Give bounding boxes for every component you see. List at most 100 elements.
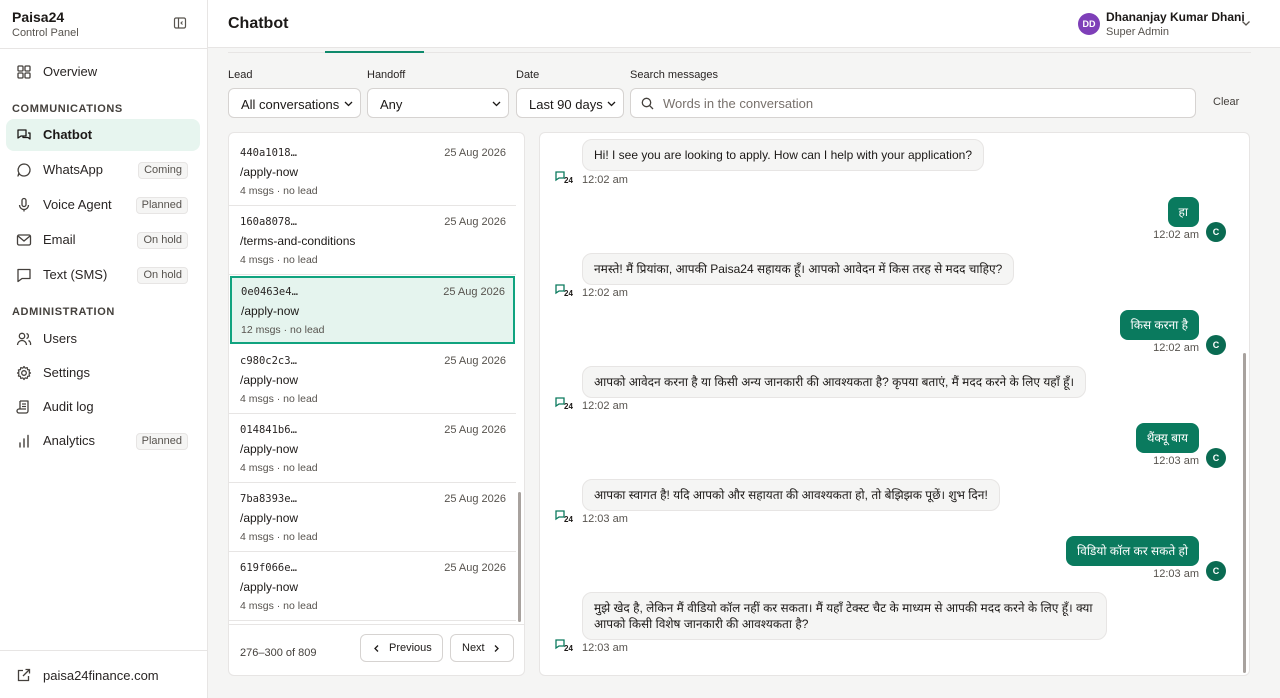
conversation-meta: 4 msgs · no lead: [240, 393, 318, 405]
conversation-id: 160a8078…: [240, 216, 297, 228]
page-title: Chatbot: [228, 15, 289, 32]
sidebar-item-whatsapp[interactable]: WhatsApp Coming: [6, 154, 200, 186]
sidebar-item-email[interactable]: Email On hold: [6, 224, 200, 256]
bot-message-bubble: मुझे खेद है, लेकिन मैं वीडियो कॉल नहीं क…: [582, 592, 1107, 640]
svg-text:24: 24: [564, 515, 573, 523]
status-badge: Coming: [138, 162, 188, 179]
user-message-bubble: थैंक्यू बाय: [1135, 423, 1199, 453]
conversation-path: /apply-now: [240, 165, 299, 179]
user-message-bubble: हा: [1167, 197, 1199, 227]
previous-label: Previous: [389, 642, 432, 654]
lead-filter-select[interactable]: All conversations: [228, 88, 361, 118]
sidebar-item-label: Settings: [43, 365, 90, 380]
sidebar-item-users[interactable]: Users: [6, 323, 200, 355]
search-input[interactable]: [663, 89, 1183, 117]
next-label: Next: [462, 642, 485, 654]
sidebar-item-voice-agent[interactable]: Voice Agent Planned: [6, 189, 200, 221]
date-filter-select[interactable]: Last 90 days: [516, 88, 624, 118]
next-button[interactable]: Next: [450, 634, 514, 662]
message-time: 12:02 am: [1153, 229, 1199, 241]
sidebar-item-audit-log[interactable]: Audit log: [6, 391, 200, 423]
conversation-meta: 12 msgs · no lead: [241, 324, 325, 336]
sidebar-item-label: Chatbot: [43, 127, 93, 142]
svg-text:24: 24: [564, 402, 573, 410]
user-avatar: C: [1206, 335, 1226, 355]
sidebar-item-analytics[interactable]: Analytics Planned: [6, 425, 200, 457]
sidebar-item-overview[interactable]: Overview: [6, 56, 200, 88]
conversation-id: 7ba8393e…: [240, 493, 297, 505]
conversation-date: 25 Aug 2026: [444, 493, 506, 505]
brand-subtitle: Control Panel: [12, 27, 79, 39]
conversation-path: /apply-now: [241, 304, 300, 318]
grid-icon: [17, 65, 31, 79]
brand-name: Paisa24: [12, 9, 65, 25]
user-avatar: C: [1206, 448, 1226, 468]
conversation-row[interactable]: 160a8078… 25 Aug 2026 /terms-and-conditi…: [229, 206, 516, 275]
message-time: 12:02 am: [582, 400, 628, 412]
sidebar-collapse-icon[interactable]: [173, 16, 187, 30]
handoff-filter-value: Any: [380, 97, 403, 112]
status-badge: On hold: [137, 267, 188, 284]
pagination: 276–300 of 809 Previous Next: [229, 624, 524, 675]
user-message-bubble: किस करना है: [1119, 310, 1199, 340]
conversation-id: 014841b6…: [240, 424, 297, 436]
conversation-row[interactable]: 440a1018… 25 Aug 2026 /apply-now 4 msgs …: [229, 137, 516, 206]
users-icon: [16, 332, 32, 346]
brand[interactable]: Paisa24 Control Panel: [12, 9, 79, 40]
bot-icon: 24: [555, 639, 573, 652]
date-filter-label: Date: [516, 69, 540, 81]
message-time: 12:02 am: [1153, 342, 1199, 354]
user-message-bubble: विडियो कॉल कर सकते हो: [1066, 536, 1199, 566]
tab-active-indicator[interactable]: [325, 51, 424, 53]
sidebar-item-label: Audit log: [43, 399, 94, 414]
pagination-range: 276–300 of 809: [240, 647, 317, 659]
status-badge: Planned: [135, 197, 188, 214]
sidebar-item-sms[interactable]: Text (SMS) On hold: [6, 259, 200, 291]
chevron-left-icon: [374, 645, 379, 652]
user-name[interactable]: Dhananjay Kumar Dhani: [1106, 10, 1245, 24]
sidebar-item-label: Text (SMS): [43, 267, 108, 282]
conversation-date: 25 Aug 2026: [443, 286, 505, 298]
user-avatar: C: [1206, 561, 1226, 581]
external-site-link[interactable]: paisa24finance.com: [6, 660, 200, 690]
conversation-row-selected[interactable]: 0e0463e4… 25 Aug 2026 /apply-now 12 msgs…: [230, 276, 515, 344]
list-scrollbar[interactable]: [518, 492, 521, 622]
sidebar: Paisa24 Control Panel Overview COMMUNICA…: [0, 0, 208, 698]
sidebar-divider: [0, 48, 208, 49]
clear-button[interactable]: Clear: [1213, 96, 1239, 108]
sidebar-item-chatbot[interactable]: Chatbot: [6, 119, 200, 151]
conversation-meta: 4 msgs · no lead: [240, 254, 318, 266]
conversation-path: /apply-now: [240, 373, 299, 387]
bot-icon: 24: [555, 284, 573, 297]
conversation-meta: 4 msgs · no lead: [240, 600, 318, 612]
conversation-row[interactable]: 619f066e… 25 Aug 2026 /apply-now 4 msgs …: [229, 552, 516, 621]
conversation-row[interactable]: 014841b6… 25 Aug 2026 /apply-now 4 msgs …: [229, 414, 516, 483]
user-role: Super Admin: [1106, 26, 1169, 38]
avatar[interactable]: DD: [1078, 13, 1100, 35]
message-square-icon: [17, 268, 31, 283]
conversation-id: 619f066e…: [240, 562, 297, 574]
sidebar-divider: [0, 650, 208, 651]
section-administration: ADMINISTRATION: [12, 306, 115, 318]
bot-icon: 24: [555, 397, 573, 410]
conversation-meta: 4 msgs · no lead: [240, 531, 318, 543]
previous-button[interactable]: Previous: [360, 634, 443, 662]
status-badge: Planned: [135, 433, 188, 450]
conversation-row[interactable]: c980c2c3… 25 Aug 2026 /apply-now 4 msgs …: [229, 345, 516, 414]
conversation-row[interactable]: 7ba8393e… 25 Aug 2026 /apply-now 4 msgs …: [229, 483, 516, 552]
conversation-date: 25 Aug 2026: [444, 355, 506, 367]
handoff-filter-select[interactable]: Any: [367, 88, 509, 118]
chat-scrollbar[interactable]: [1243, 353, 1246, 673]
bar-chart-icon: [19, 434, 29, 448]
conversation-date: 25 Aug 2026: [444, 216, 506, 228]
chevron-down-icon[interactable]: [1240, 17, 1252, 29]
external-link-icon: [17, 668, 31, 682]
top-header: Chatbot DD Dhananjay Kumar Dhani Super A…: [208, 0, 1280, 48]
message-time: 12:03 am: [1153, 568, 1199, 580]
conversation-path: /apply-now: [240, 442, 299, 456]
chevron-right-icon: [494, 645, 499, 652]
sidebar-item-settings[interactable]: Settings: [6, 357, 200, 389]
sidebar-item-label: Overview: [43, 64, 98, 79]
user-avatar: C: [1206, 222, 1226, 242]
conversation-date: 25 Aug 2026: [444, 562, 506, 574]
